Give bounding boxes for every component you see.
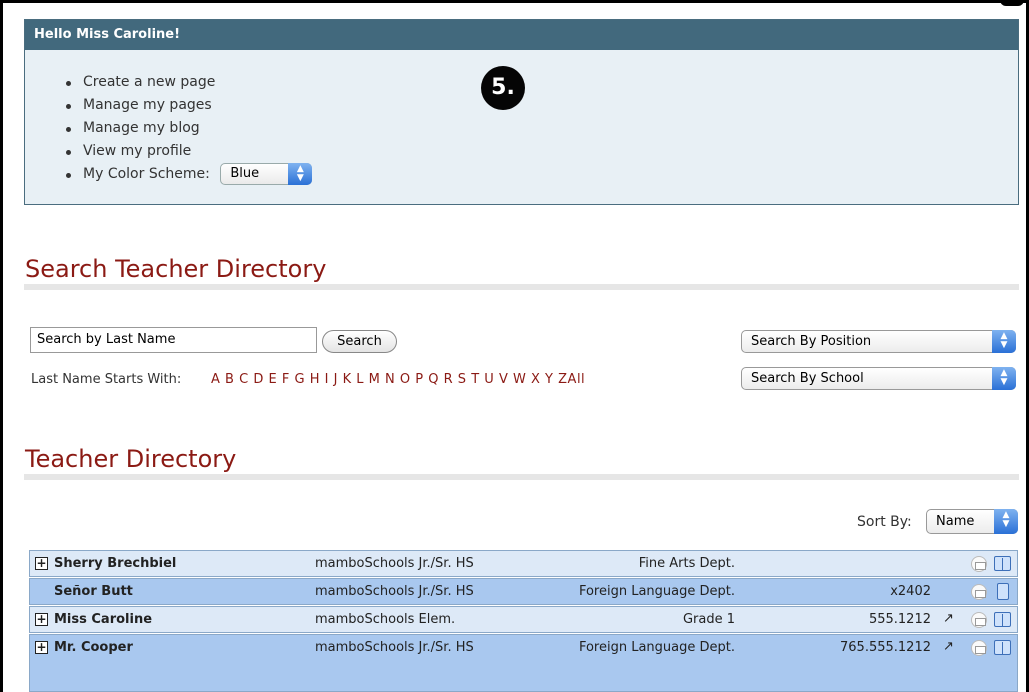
up-down-arrows-icon: ▲ ▼	[992, 330, 1016, 353]
email-icon[interactable]	[971, 612, 987, 628]
up-down-arrows-icon: ▲ ▼	[288, 163, 313, 185]
color-scheme-select[interactable]: Blue ▲ ▼	[220, 163, 313, 185]
letter-link[interactable]: P	[415, 372, 423, 387]
teacher-school: mamboSchools Jr./Sr. HS	[315, 556, 474, 571]
email-icon[interactable]	[971, 556, 987, 572]
teacher-name[interactable]: Sherry Brechbiel	[54, 551, 176, 576]
teacher-phone: x2402	[890, 584, 931, 599]
up-down-arrows-icon: ▲ ▼	[992, 367, 1016, 390]
open-book-icon[interactable]	[994, 556, 1011, 571]
up-down-arrows-icon: ▲ ▼	[994, 509, 1018, 534]
document-icon[interactable]	[997, 583, 1009, 600]
table-row[interactable]: + Sherry Brechbiel mamboSchools Jr./Sr. …	[29, 550, 1018, 577]
teacher-name[interactable]: Mr. Cooper	[54, 635, 133, 660]
letter-link[interactable]: V	[499, 372, 508, 387]
sort-by-select[interactable]: Name ▲ ▼	[926, 509, 1018, 534]
plus-box-icon[interactable]: +	[35, 557, 48, 570]
letter-link[interactable]: F	[282, 372, 290, 387]
search-button[interactable]: Search	[322, 330, 397, 353]
position-select[interactable]: Search By Position ▲ ▼	[741, 330, 1016, 353]
letter-link[interactable]: X	[531, 372, 540, 387]
letter-link[interactable]: D	[253, 372, 264, 387]
letter-link[interactable]: B	[225, 372, 234, 387]
school-select[interactable]: Search By School ▲ ▼	[741, 367, 1016, 390]
section-divider	[24, 284, 1019, 290]
plus-box-icon[interactable]: +	[35, 613, 48, 626]
letter-link[interactable]: K	[343, 372, 352, 387]
search-directory-title: Search Teacher Directory	[25, 255, 327, 283]
letter-link[interactable]: E	[268, 372, 277, 387]
letter-link[interactable]: A	[211, 372, 220, 387]
welcome-panel: Hello Miss Caroline! Create a new page M…	[24, 19, 1019, 205]
external-link-icon[interactable]: ↗	[942, 640, 955, 654]
teacher-phone: 765.555.1212	[840, 640, 931, 655]
letter-link[interactable]: C	[239, 372, 249, 387]
letter-link-all[interactable]: All	[568, 372, 586, 387]
section-divider	[24, 474, 1019, 480]
teacher-dept: Grade 1	[682, 612, 735, 627]
letter-link[interactable]: U	[484, 372, 494, 387]
sort-by-label: Sort By:	[857, 514, 912, 530]
plus-box-icon[interactable]: +	[35, 641, 48, 654]
teacher-school: mamboSchools Jr./Sr. HS	[315, 584, 474, 599]
letter-link[interactable]: N	[385, 372, 395, 387]
link-view-profile[interactable]: View my profile	[63, 140, 312, 163]
letter-link[interactable]: O	[400, 372, 411, 387]
letters-label: Last Name Starts With:	[31, 372, 182, 387]
link-manage-blog[interactable]: Manage my blog	[63, 117, 312, 140]
letter-link[interactable]: Z	[558, 372, 567, 387]
external-link-icon[interactable]: ↗	[942, 612, 955, 626]
letter-link[interactable]: T	[471, 372, 479, 387]
teacher-dept: Foreign Language Dept.	[578, 584, 735, 599]
teacher-phone: 555.1212	[868, 612, 931, 627]
frame-corner-mark	[1000, 0, 1024, 6]
table-row[interactable]: + Mr. Cooper mamboSchools Jr./Sr. HS For…	[29, 634, 1018, 692]
school-select-value: Search By School	[751, 371, 864, 386]
last-name-search-input[interactable]: Search by Last Name	[30, 327, 317, 353]
letter-link[interactable]: M	[369, 372, 381, 387]
letter-link[interactable]: H	[310, 372, 320, 387]
teacher-name[interactable]: Señor Butt	[54, 579, 133, 604]
frame-left-border	[0, 0, 3, 692]
letter-link[interactable]: R	[444, 372, 454, 387]
letter-filter-links: A B C D E F G H I J K L M N O P Q R S T …	[211, 372, 585, 387]
table-row[interactable]: Señor Butt mamboSchools Jr./Sr. HS Forei…	[29, 578, 1018, 605]
table-row[interactable]: + Miss Caroline mamboSchools Elem. Grade…	[29, 606, 1018, 633]
letter-link[interactable]: J	[334, 372, 338, 387]
teacher-name[interactable]: Miss Caroline	[54, 607, 152, 632]
open-book-icon[interactable]	[994, 612, 1011, 627]
letter-link[interactable]: G	[294, 372, 305, 387]
letter-link[interactable]: S	[458, 372, 467, 387]
step-number-badge: 5.	[481, 66, 525, 110]
email-icon[interactable]	[971, 584, 987, 600]
welcome-links-list: Create a new page Manage my pages Manage…	[63, 71, 313, 186]
teacher-school: mamboSchools Jr./Sr. HS	[315, 640, 474, 655]
letter-link[interactable]: L	[356, 372, 364, 387]
letter-link[interactable]: Q	[428, 372, 439, 387]
welcome-greeting: Hello Miss Caroline!	[25, 20, 1018, 50]
color-scheme-item: My Color Scheme: Blue ▲ ▼	[63, 163, 313, 186]
teacher-school: mamboSchools Elem.	[315, 612, 456, 627]
position-select-value: Search By Position	[751, 334, 872, 349]
sort-by-value: Name	[936, 514, 975, 529]
frame-top-border	[0, 0, 1029, 3]
color-scheme-value: Blue	[230, 166, 260, 181]
teacher-dept: Fine Arts Dept.	[638, 556, 735, 571]
link-manage-pages[interactable]: Manage my pages	[63, 94, 312, 117]
letter-link[interactable]: W	[513, 372, 526, 387]
color-scheme-label: My Color Scheme:	[83, 166, 210, 182]
link-create-page[interactable]: Create a new page	[63, 71, 312, 94]
teacher-dept: Foreign Language Dept.	[578, 640, 735, 655]
letter-link[interactable]: I	[325, 372, 329, 387]
letter-link[interactable]: Y	[545, 372, 553, 387]
email-icon[interactable]	[971, 640, 987, 656]
open-book-icon[interactable]	[994, 640, 1011, 655]
teacher-directory-title: Teacher Directory	[25, 445, 237, 473]
